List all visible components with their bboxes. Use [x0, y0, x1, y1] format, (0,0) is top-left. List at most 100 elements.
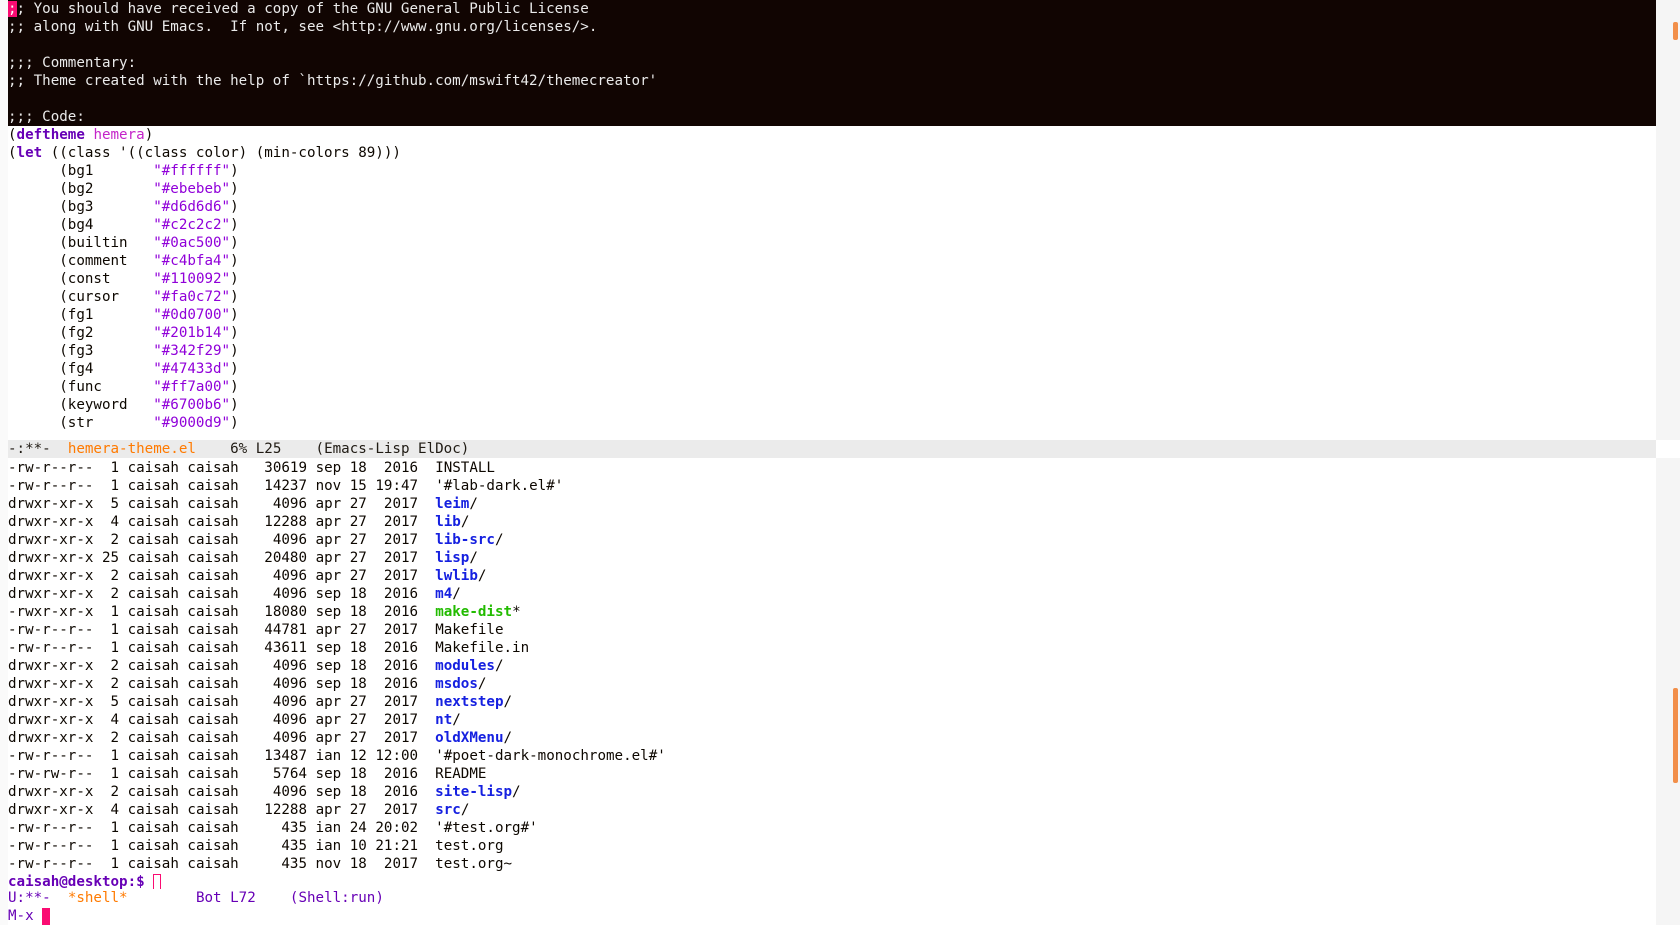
file-group: caisah [187, 748, 239, 764]
mode-line-shell[interactable]: U:**- *shell* Bot L72 (Shell:run) [8, 889, 1656, 907]
color-def-line: (keyword "#6700b6") [8, 397, 239, 413]
file-name[interactable]: README [435, 766, 486, 782]
color-name: str [67, 415, 94, 431]
file-name[interactable]: lwlib [435, 568, 478, 584]
color-name: comment [67, 253, 128, 269]
file-day: 27 [349, 622, 367, 638]
major-modes[interactable]: (Shell:run) [290, 890, 384, 906]
file-size: 18080 [264, 604, 308, 620]
file-name[interactable]: nextstep [435, 694, 503, 710]
listing-row: -rw-r--r-- 1 caisah caisah 435 ian 10 21… [8, 837, 1656, 855]
file-name[interactable]: make-dist [435, 604, 512, 620]
file-permissions: drwxr-xr-x [8, 802, 94, 818]
buffer-name[interactable]: *shell* [68, 890, 128, 906]
color-value: "#fa0c72" [153, 289, 231, 305]
file-suffix: / [452, 586, 461, 602]
file-suffix: / [469, 550, 478, 566]
file-day: 27 [349, 532, 367, 548]
file-name[interactable]: oldXMenu [435, 730, 503, 746]
file-size: 4096 [272, 676, 307, 692]
file-name[interactable]: nt [435, 712, 452, 728]
minibuffer[interactable]: M-x [8, 907, 51, 925]
link-count: 1 [110, 622, 120, 638]
file-day: 27 [349, 514, 367, 530]
shell-scrollbar-thumb[interactable] [1673, 688, 1678, 783]
file-owner: caisah [127, 622, 179, 638]
file-name[interactable]: INSTALL [435, 460, 495, 476]
color-value: "#ebebeb" [153, 181, 231, 197]
file-time: 2016 [383, 586, 419, 602]
comment-block: ;; You should have received a copy of th… [8, 0, 1656, 126]
file-month: ian [315, 748, 342, 764]
file-name[interactable]: Makefile.in [435, 640, 529, 656]
buffer-status: -:**- [8, 441, 51, 457]
shell-scrollbar[interactable] [1656, 458, 1680, 925]
file-owner: caisah [127, 694, 179, 710]
file-day: 27 [349, 496, 367, 512]
color-def-line: (cursor "#fa0c72") [8, 289, 239, 305]
file-permissions: -rw-r--r-- [8, 460, 94, 476]
file-suffix: / [452, 712, 461, 728]
listing-row: drwxr-xr-x 4 caisah caisah 4096 apr 27 2… [8, 711, 1656, 729]
file-name[interactable]: '#poet-dark-monochrome.el#' [435, 748, 666, 764]
file-permissions: drwxr-xr-x [8, 712, 94, 728]
file-name[interactable]: src [435, 802, 461, 818]
file-name[interactable]: test.org~ [435, 856, 512, 872]
file-time: 2016 [383, 640, 419, 656]
file-time: 2017 [383, 496, 419, 512]
mode-line-editor[interactable]: -:**- hemera-theme.el 6% L25 (Emacs-Lisp… [8, 440, 1656, 458]
editor-scrollbar-thumb[interactable] [1673, 22, 1678, 40]
link-count: 1 [110, 856, 120, 872]
file-time: 2017 [383, 856, 419, 872]
file-month: sep [315, 586, 342, 602]
file-size: 4096 [272, 532, 307, 548]
color-name: builtin [67, 235, 128, 251]
file-name[interactable]: lisp [435, 550, 469, 566]
shell-prompt-line[interactable]: caisah@desktop:$ [8, 873, 1656, 889]
file-time: 2017 [383, 694, 419, 710]
link-count: 5 [110, 694, 120, 710]
file-time: 2017 [383, 550, 419, 566]
file-day: 27 [349, 802, 367, 818]
file-permissions: drwxr-xr-x [8, 550, 94, 566]
file-time: 2016 [383, 676, 419, 692]
buffer-name[interactable]: hemera-theme.el [68, 441, 196, 457]
file-size: 30619 [264, 460, 308, 476]
file-day: 10 [349, 838, 367, 854]
file-name[interactable]: Makefile [435, 622, 503, 638]
link-count: 2 [110, 532, 120, 548]
file-month: apr [315, 514, 342, 530]
file-permissions: -rw-r--r-- [8, 640, 94, 656]
file-name[interactable]: leim [435, 496, 469, 512]
file-name[interactable]: test.org [435, 838, 503, 854]
listing-row: drwxr-xr-x 2 caisah caisah 4096 sep 18 2… [8, 783, 1656, 801]
deftheme-line: (deftheme hemera) [8, 127, 154, 143]
file-month: ian [315, 820, 342, 836]
color-def-line: (str "#9000d9") [8, 415, 239, 431]
file-time: 2016 [383, 766, 419, 782]
file-group: caisah [187, 460, 239, 476]
editor-window[interactable]: ;; You should have received a copy of th… [8, 0, 1656, 441]
file-name[interactable]: msdos [435, 676, 478, 692]
editor-scrollbar[interactable] [1656, 0, 1680, 440]
file-name[interactable]: modules [435, 658, 495, 674]
file-name[interactable]: lib-src [435, 532, 495, 548]
color-name: const [67, 271, 111, 287]
file-size: 435 [281, 820, 307, 836]
file-name[interactable]: '#test.org#' [435, 820, 538, 836]
file-owner: caisah [127, 478, 179, 494]
file-name[interactable]: site-lisp [435, 784, 512, 800]
file-name[interactable]: lib [435, 514, 461, 530]
file-day: 18 [349, 586, 367, 602]
file-month: apr [315, 496, 342, 512]
file-day: 18 [349, 658, 367, 674]
file-owner: caisah [127, 604, 179, 620]
listing-row: drwxr-xr-x 5 caisah caisah 4096 apr 27 2… [8, 693, 1656, 711]
shell-window[interactable]: -rw-r--r-- 1 caisah caisah 30619 sep 18 … [8, 459, 1656, 889]
file-permissions: drwxr-xr-x [8, 784, 94, 800]
major-modes[interactable]: (Emacs-Lisp ElDoc) [316, 441, 470, 457]
file-name[interactable]: '#lab-dark.el#' [435, 478, 563, 494]
file-size: 4096 [272, 784, 307, 800]
file-group: caisah [187, 676, 239, 692]
file-name[interactable]: m4 [435, 586, 452, 602]
